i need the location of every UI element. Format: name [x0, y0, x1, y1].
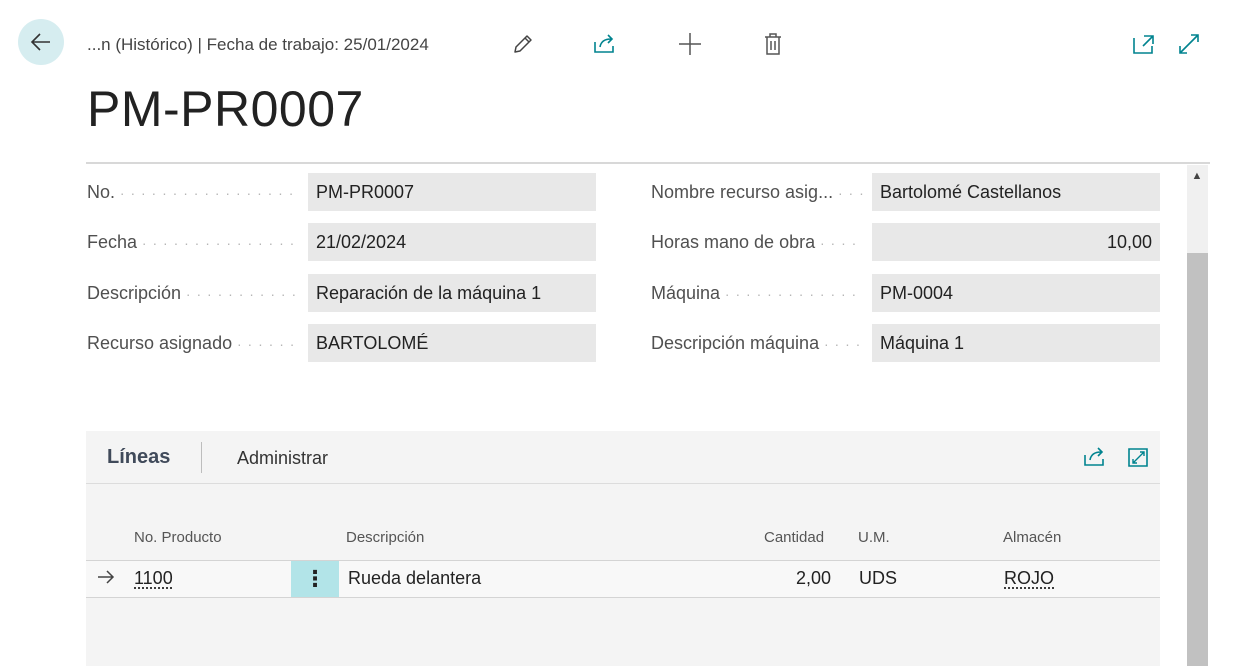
tab-administrar[interactable]: Administrar — [237, 448, 328, 469]
tab-separator — [201, 442, 202, 473]
lines-focus-mode-button[interactable] — [1124, 442, 1154, 472]
field-label-horas-mano-obra: Horas mano de obra — [651, 223, 863, 261]
expand-button[interactable] — [1174, 29, 1204, 59]
field-label-maquina: Máquina — [651, 274, 863, 312]
cell-descripcion[interactable]: Rueda delantera — [348, 568, 481, 589]
header-divider — [86, 162, 1210, 164]
back-button[interactable] — [18, 19, 64, 65]
scrollbar-thumb[interactable] — [1187, 253, 1208, 666]
table-row[interactable] — [86, 561, 1160, 597]
field-input-nombre-recurso[interactable]: Bartolomé Castellanos — [872, 173, 1160, 211]
column-header-almacen[interactable]: Almacén — [1003, 529, 1061, 546]
table-row-divider — [86, 597, 1160, 598]
field-label-descripcion-maquina: Descripción máquina — [651, 324, 863, 362]
delete-trash-icon — [765, 33, 781, 55]
field-label-no: No. — [87, 173, 299, 211]
edit-button[interactable] — [508, 29, 538, 59]
page-title: PM-PR0007 — [87, 81, 364, 137]
column-header-um[interactable]: U.M. — [858, 529, 890, 546]
field-input-descripcion-maquina[interactable]: Máquina 1 — [872, 324, 1160, 362]
field-label-recurso-asignado: Recurso asignado — [87, 324, 299, 362]
column-header-no-producto[interactable]: No. Producto — [134, 529, 222, 546]
row-actions-menu-icon[interactable]: ⋮ — [291, 561, 339, 597]
field-input-horas-mano-obra[interactable]: 10,00 — [872, 223, 1160, 261]
open-in-new-window-button[interactable] — [1129, 29, 1159, 59]
column-header-descripcion[interactable]: Descripción — [346, 529, 424, 546]
lines-share-button[interactable] — [1080, 442, 1110, 472]
add-plus-icon — [679, 33, 701, 55]
field-label-nombre-recurso: Nombre recurso asig... — [651, 173, 863, 211]
field-input-fecha[interactable]: 21/02/2024 — [308, 223, 596, 261]
cell-no-producto[interactable]: 1100 — [134, 568, 173, 589]
field-label-descripcion: Descripción — [87, 274, 299, 312]
column-header-cantidad[interactable]: Cantidad — [764, 529, 824, 546]
field-input-maquina[interactable]: PM-0004 — [872, 274, 1160, 312]
row-selected-arrow-icon — [96, 567, 116, 592]
breadcrumb: ...n (Histórico) | Fecha de trabajo: 25/… — [87, 35, 429, 54]
share-button[interactable] — [590, 29, 620, 59]
share-icon — [1084, 447, 1104, 466]
back-arrow-icon — [30, 33, 50, 51]
scroll-up-arrow-icon[interactable]: ▲ — [1189, 168, 1205, 184]
cell-almacen[interactable]: ROJO — [1004, 568, 1054, 589]
focus-mode-icon — [1128, 448, 1148, 467]
open-new-window-icon — [1133, 35, 1154, 54]
delete-button[interactable] — [758, 29, 788, 59]
cell-cantidad[interactable]: 2,00 — [796, 568, 831, 589]
new-button[interactable] — [675, 29, 705, 59]
field-input-recurso-asignado[interactable]: BARTOLOMÉ — [308, 324, 596, 362]
cell-um[interactable]: UDS — [859, 568, 897, 589]
expand-icon — [1179, 34, 1199, 54]
tab-lineas[interactable]: Líneas — [107, 446, 170, 469]
edit-pencil-icon — [514, 35, 532, 53]
share-icon — [594, 34, 614, 53]
field-input-descripcion[interactable]: Reparación de la máquina 1 — [308, 274, 596, 312]
field-input-no[interactable]: PM-PR0007 — [308, 173, 596, 211]
field-label-fecha: Fecha — [87, 223, 299, 261]
